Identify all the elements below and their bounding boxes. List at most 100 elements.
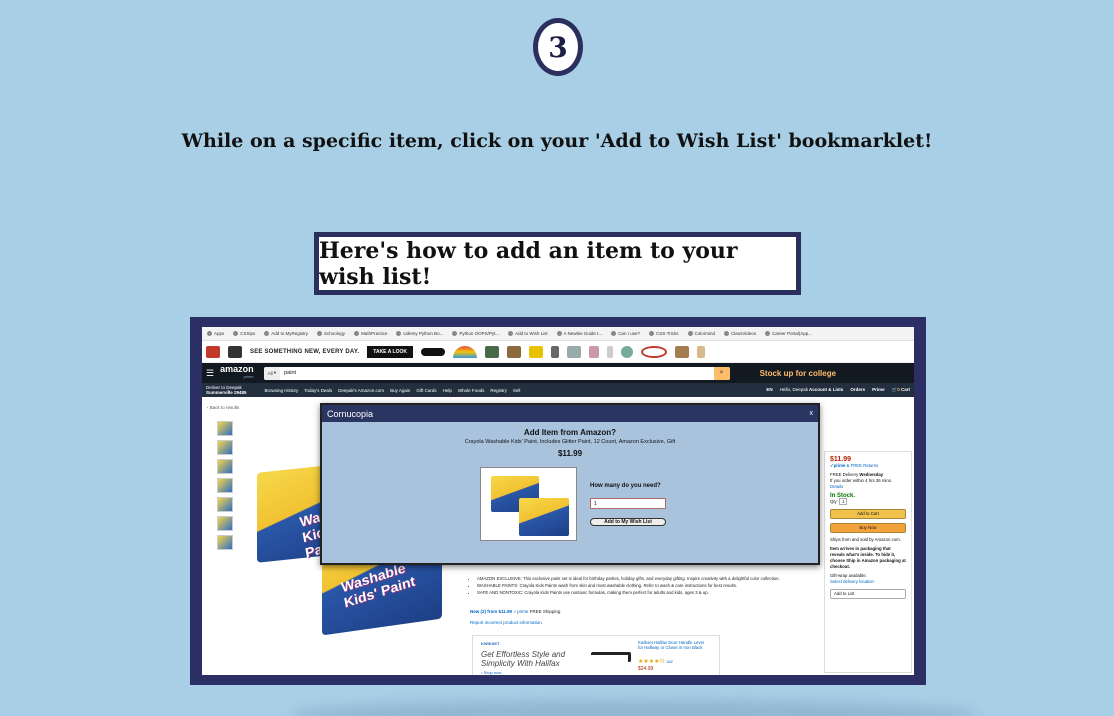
stool-icon[interactable] bbox=[674, 345, 689, 358]
bookmark-item[interactable]: Apps bbox=[207, 331, 224, 336]
bookmark-icon bbox=[556, 331, 562, 336]
bookmark-item[interactable]: CSS-Tricks bbox=[648, 331, 679, 336]
promo-product-icon[interactable] bbox=[588, 345, 599, 358]
packaging-note: Item arrives in packaging that reveals w… bbox=[830, 546, 906, 569]
thumbnail[interactable] bbox=[217, 516, 233, 531]
thumbnail[interactable] bbox=[217, 478, 233, 493]
bookmark-item[interactable]: Python OOPS/Pyt... bbox=[452, 331, 499, 336]
promo-product-icon[interactable] bbox=[606, 345, 613, 358]
new-from-offer[interactable]: New (2) from $11.99 ✓prime FREE Shipping bbox=[470, 609, 560, 615]
bookmark-icon bbox=[508, 331, 514, 336]
screenshot-frame: Apps CSSips Add to MyRegistry Schoology … bbox=[190, 317, 926, 685]
deliver-to[interactable]: Deliver to Deepak Summerville 29485 bbox=[206, 385, 247, 395]
bookmark-item[interactable]: A Newbie Guide t... bbox=[556, 331, 602, 336]
search-input[interactable]: paint bbox=[280, 370, 713, 376]
quantity-input[interactable]: 1 bbox=[590, 498, 666, 509]
amazon-logo[interactable]: amazon prime bbox=[220, 365, 254, 381]
promo-product-icon[interactable] bbox=[696, 345, 705, 358]
bookmark-item[interactable]: Colormind bbox=[687, 331, 715, 336]
menu-icon[interactable]: ☰ bbox=[206, 368, 214, 379]
bookmark-item[interactable]: Schoology bbox=[317, 331, 345, 336]
add-to-wish-list-button[interactable]: Add to My Wish List bbox=[590, 518, 666, 526]
nav-link[interactable]: Sell bbox=[513, 388, 521, 393]
bicycle-icon[interactable] bbox=[640, 345, 667, 358]
bookmark-item[interactable]: ClassVideos bbox=[724, 331, 756, 336]
add-to-cart-button[interactable]: Add to Cart bbox=[830, 509, 906, 519]
bookmark-item[interactable]: MathPractice bbox=[354, 331, 387, 336]
apps-icon bbox=[207, 331, 212, 336]
nav-link[interactable]: Buy Again bbox=[390, 388, 410, 393]
cart-link[interactable]: 🛒0 Cart bbox=[892, 387, 910, 393]
promo-product-icon bbox=[206, 345, 220, 358]
modal-titlebar: Cornucopia x bbox=[322, 405, 818, 422]
ad-rating: ★★★★½ 182 bbox=[638, 659, 673, 665]
promo-strip: SEE SOMETHING NEW, EVERY DAY. TAKE A LOO… bbox=[202, 341, 914, 363]
sunglasses-icon[interactable] bbox=[420, 347, 445, 356]
ad-shop-link[interactable]: › Shop now bbox=[481, 670, 501, 675]
buy-box: $11.99 ✓prime & FREE Returns FREE Delive… bbox=[824, 451, 912, 673]
bookmark-add-to-wish-list[interactable]: Add to Wish List bbox=[508, 331, 548, 336]
promo-product-icon[interactable] bbox=[484, 345, 499, 358]
search-icon[interactable]: ⌕ bbox=[713, 366, 730, 380]
bookmark-item[interactable]: Add to MyRegistry bbox=[264, 331, 308, 336]
nav-link[interactable]: Whole Foods bbox=[458, 388, 485, 393]
nav-link[interactable]: Deepak's Amazon.com bbox=[338, 388, 384, 393]
product-thumbnails bbox=[217, 421, 233, 550]
back-to-results-link[interactable]: ‹ Back to results bbox=[207, 405, 239, 410]
sponsored-ad[interactable]: KWIKSET Get Effortless Style and Simplic… bbox=[472, 635, 720, 675]
language-select[interactable]: EN bbox=[766, 387, 772, 393]
promo-product-icon[interactable] bbox=[528, 345, 543, 358]
bookmark-icon bbox=[648, 331, 654, 336]
take-a-look-button[interactable]: TAKE A LOOK bbox=[367, 345, 413, 358]
nav-link[interactable]: Browsing History bbox=[265, 388, 299, 393]
promo-product-icon bbox=[228, 345, 242, 358]
bookmark-item[interactable]: CSSips bbox=[233, 331, 255, 336]
search-category-select[interactable]: All ▾ bbox=[263, 366, 281, 380]
account-nav: EN Hello, Deepak Account & Lists Orders … bbox=[766, 387, 910, 393]
thumbnail[interactable] bbox=[217, 535, 233, 550]
nav-link[interactable]: Help bbox=[443, 388, 452, 393]
bookmark-icon bbox=[317, 331, 323, 336]
promo-product-icon[interactable] bbox=[506, 345, 521, 358]
thumbnail[interactable] bbox=[217, 440, 233, 455]
nav-link[interactable]: Today's Deals bbox=[304, 388, 332, 393]
qty-select[interactable]: Qty: 1 bbox=[830, 498, 906, 505]
paint-box bbox=[519, 498, 569, 536]
thumbnail[interactable] bbox=[217, 421, 233, 436]
modal-price: $11.99 bbox=[557, 449, 583, 458]
details-link[interactable]: Details bbox=[830, 484, 906, 490]
add-to-list-button[interactable]: Add to List bbox=[830, 589, 906, 599]
delivery-location-link[interactable]: Select delivery location bbox=[830, 579, 906, 585]
frame-shadow bbox=[290, 700, 980, 716]
ad-brand: KWIKSET bbox=[481, 641, 500, 646]
bullet: WASHABLE PAINTS: Crayola Kids Paints was… bbox=[477, 582, 815, 589]
browser-screenshot: Apps CSSips Add to MyRegistry Schoology … bbox=[202, 327, 914, 675]
report-link[interactable]: Report incorrect product information. bbox=[470, 620, 543, 625]
bookmark-item[interactable]: Can I use? bbox=[611, 331, 640, 336]
promo-product-icon[interactable] bbox=[620, 345, 633, 358]
prime-link[interactable]: Prime bbox=[872, 387, 885, 393]
bookmark-item[interactable]: Udemy Python Bo... bbox=[396, 331, 443, 336]
college-promo[interactable]: Stock up for college bbox=[760, 369, 836, 378]
rainbow-icon[interactable] bbox=[452, 345, 477, 358]
ad-product-title[interactable]: Kwikset Halifax Door Handle Lever for Ha… bbox=[638, 640, 708, 650]
account-lists[interactable]: Hello, Deepak Account & Lists bbox=[780, 387, 844, 393]
door-lever-icon bbox=[591, 652, 631, 662]
bookmark-icon bbox=[264, 331, 270, 336]
bookmark-icon bbox=[611, 331, 617, 336]
buy-now-button[interactable]: Buy Now bbox=[830, 523, 906, 533]
product-bullets: AMAZON EXCLUSIVE: This exclusive paint s… bbox=[470, 575, 815, 596]
promo-product-icon[interactable] bbox=[566, 345, 581, 358]
bookmark-item[interactable]: Career Portal(App... bbox=[765, 331, 812, 336]
amazon-subnav: Deliver to Deepak Summerville 29485 Brows… bbox=[202, 383, 914, 397]
close-icon[interactable]: x bbox=[810, 410, 814, 417]
promo-product-icon[interactable] bbox=[550, 345, 559, 358]
thumbnail[interactable] bbox=[217, 497, 233, 512]
cornucopia-modal: Cornucopia x Add Item from Amazon? Crayo… bbox=[320, 403, 820, 565]
nav-link[interactable]: Registry bbox=[490, 388, 507, 393]
orders-link[interactable]: Orders bbox=[850, 387, 865, 393]
bookmarks-bar: Apps CSSips Add to MyRegistry Schoology … bbox=[202, 327, 914, 341]
nav-link[interactable]: Gift Cards bbox=[416, 388, 436, 393]
ships-from: Ships from and sold by Amazon.com. bbox=[830, 537, 901, 542]
thumbnail[interactable] bbox=[217, 459, 233, 474]
